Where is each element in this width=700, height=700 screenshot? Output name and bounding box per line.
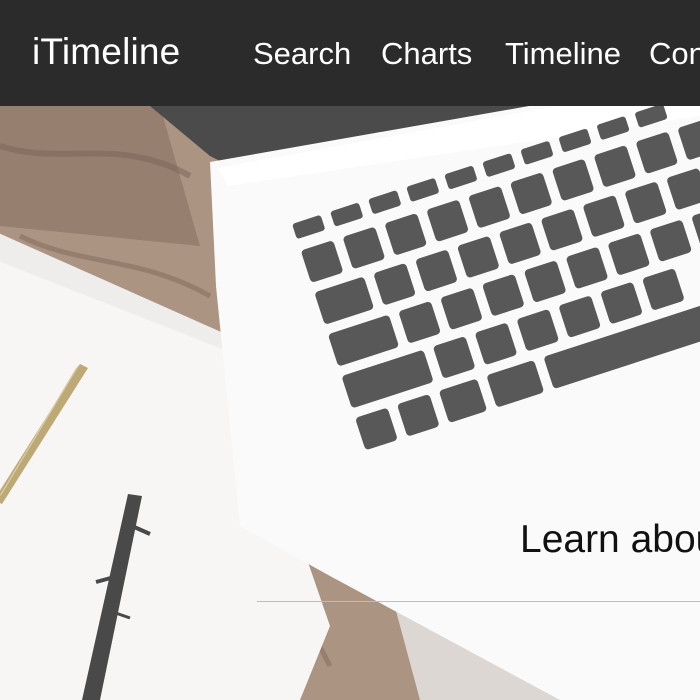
brand-link[interactable]: iTimeline: [32, 31, 180, 73]
hero-section: Learn abou: [0, 106, 700, 700]
nav-link-charts[interactable]: Charts: [381, 36, 472, 72]
hero-heading: Learn abou: [520, 518, 700, 561]
nav-link-contact[interactable]: Con: [649, 36, 700, 72]
hero-divider: [257, 601, 700, 602]
nav-link-search[interactable]: Search: [253, 36, 351, 72]
nav-link-timeline[interactable]: Timeline: [505, 36, 621, 72]
top-navbar: iTimeline Search Charts Timeline Con: [0, 0, 700, 106]
hero-overlay: [0, 106, 700, 700]
